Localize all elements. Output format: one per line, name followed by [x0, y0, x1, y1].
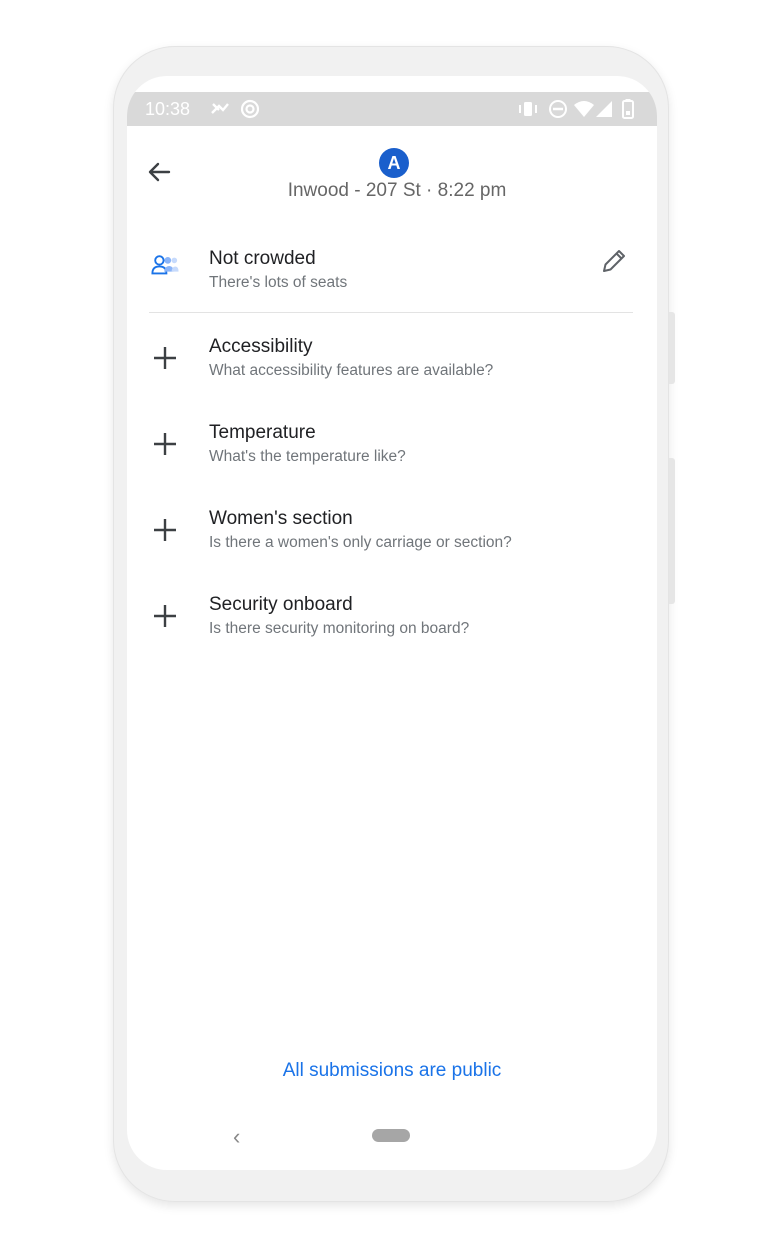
- item-title: Women's section: [209, 508, 353, 529]
- item-title: Temperature: [209, 422, 316, 443]
- line-badge: A: [379, 148, 409, 178]
- signal-icon: [596, 101, 612, 117]
- trip-subtitle: Inwood - 207 St · 8:22 pm: [287, 180, 507, 201]
- do-not-disturb-icon: [549, 100, 567, 118]
- phone-frame: 10:38 A Inwood - 207 St · 8:22 pm Not cr…: [113, 46, 675, 1202]
- plus-icon: [154, 605, 176, 627]
- status-bar: 10:38: [127, 92, 657, 126]
- plus-icon: [154, 433, 176, 455]
- divider: [149, 312, 633, 313]
- public-submissions-link[interactable]: All submissions are public: [127, 1060, 657, 1082]
- focus-icon: [240, 99, 260, 119]
- item-title: Accessibility: [209, 336, 313, 357]
- nav-home-pill[interactable]: [372, 1129, 410, 1142]
- pencil-icon[interactable]: [599, 246, 629, 276]
- power-button: [669, 312, 675, 384]
- crowd-description: There's lots of seats: [209, 274, 348, 291]
- battery-icon: [622, 99, 634, 119]
- plus-icon: [154, 519, 176, 541]
- plus-icon: [154, 347, 176, 369]
- item-description: What accessibility features are availabl…: [209, 362, 494, 379]
- volume-button: [669, 458, 675, 604]
- people-icon: [151, 255, 179, 275]
- item-title: Security onboard: [209, 594, 353, 615]
- item-description: Is there security monitoring on board?: [209, 620, 470, 637]
- vibrate-icon: [519, 102, 537, 116]
- phone-missed-icon: [211, 103, 229, 114]
- item-description: What's the temperature like?: [209, 448, 406, 465]
- wifi-icon: [574, 101, 594, 117]
- crowd-title: Not crowded: [209, 248, 316, 269]
- status-time: 10:38: [145, 99, 191, 119]
- item-description: Is there a women's only carriage or sect…: [209, 534, 512, 551]
- screen: 10:38 A Inwood - 207 St · 8:22 pm Not cr…: [127, 76, 657, 1170]
- nav-back-icon[interactable]: ‹: [233, 1124, 240, 1150]
